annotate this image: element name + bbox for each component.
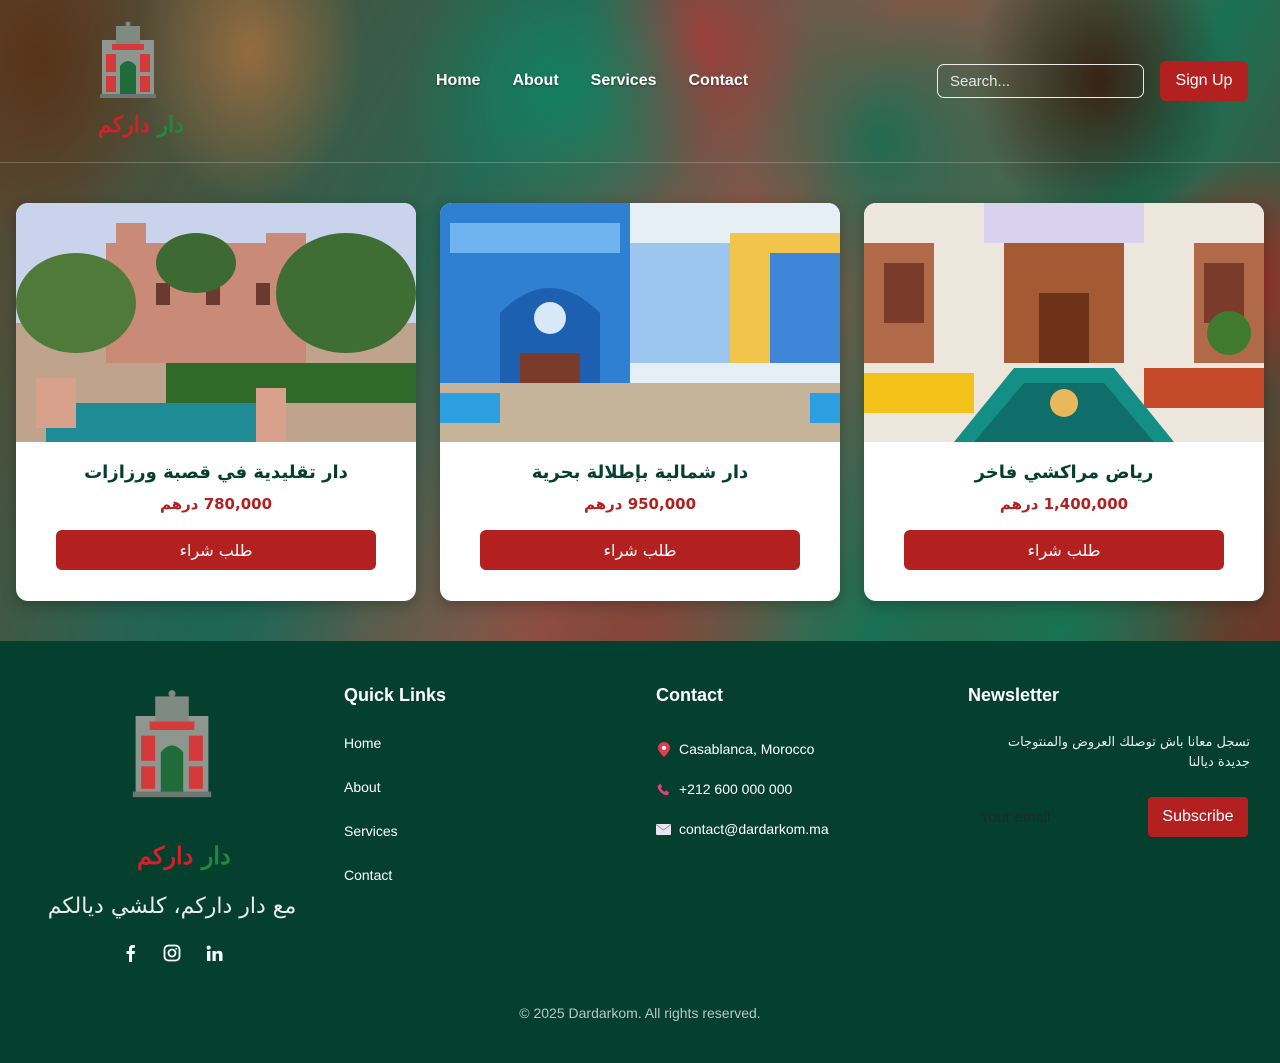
footer-brand-part2: داركم <box>137 841 194 870</box>
footer-link-home[interactable]: Home <box>344 735 398 779</box>
riad-logo-icon <box>132 690 212 798</box>
buy-request-button[interactable]: طلب شراء <box>56 530 376 570</box>
sign-up-button[interactable]: Sign Up <box>1160 61 1248 101</box>
brand-name: دار داركم <box>98 112 184 138</box>
contact-phone-text: +212 600 000 000 <box>679 781 793 797</box>
contact-phone: +212 600 000 000 <box>656 781 829 821</box>
newsletter-email-input[interactable] <box>968 797 1148 837</box>
footer-link-about[interactable]: About <box>344 779 398 823</box>
riad-logo-icon <box>100 21 156 98</box>
contact-address: Casablanca, Morocco <box>656 741 829 781</box>
quick-links-list: Home About Services Contact <box>344 735 398 911</box>
contact-email-text[interactable]: contact@dardarkom.ma <box>679 821 829 837</box>
footer-brand-part1: دار <box>201 841 231 870</box>
hero-section: دار داركم Home About Services Contact Si… <box>0 0 1280 641</box>
search-input[interactable] <box>937 64 1144 98</box>
nav-about[interactable]: About <box>512 72 558 90</box>
location-pin-icon <box>656 742 671 757</box>
email-icon <box>656 822 671 837</box>
buy-request-button[interactable]: طلب شراء <box>904 530 1224 570</box>
property-price: 1,400,000 درهم <box>999 495 1129 513</box>
property-image-riad <box>864 203 1264 442</box>
footer-logo <box>130 688 214 804</box>
card-body: دار تقليدية في قصبة ورزازات 780,000 درهم… <box>16 462 416 570</box>
property-image-chefchaouen <box>440 203 840 442</box>
social-links <box>120 943 224 963</box>
property-price: 950,000 درهم <box>583 495 697 513</box>
footer: دار داركم مع دار داركم، كلشي ديالكم Quic… <box>0 641 1280 1063</box>
property-card: دار شمالية بإطلالة بحرية 950,000 درهم طل… <box>440 203 840 601</box>
nav-services[interactable]: Services <box>591 72 657 90</box>
footer-tagline: مع دار داركم، كلشي ديالكم <box>47 894 297 919</box>
main-nav: Home About Services Contact <box>436 72 748 90</box>
brand-name-part2: داركم <box>98 112 150 138</box>
newsletter-text-line2: جديدة ديالنا <box>1188 755 1250 770</box>
property-card: دار تقليدية في قصبة ورزازات 780,000 درهم… <box>16 203 416 601</box>
footer-link-contact[interactable]: Contact <box>344 867 398 911</box>
navbar: دار داركم Home About Services Contact Si… <box>0 0 1280 163</box>
newsletter-text-line1: تسجل معانا باش توصلك العروض والمنتوجات <box>1007 735 1250 750</box>
subscribe-button[interactable]: Subscribe <box>1148 797 1248 837</box>
brand-name-part1: دار <box>157 112 184 138</box>
footer-brand-name: دار داركم <box>137 841 231 870</box>
property-cards: دار تقليدية في قصبة ورزازات 780,000 درهم… <box>16 203 1264 601</box>
newsletter-text: تسجل معانا باش توصلك العروض والمنتوجات ج… <box>968 733 1250 773</box>
contact-title: Contact <box>656 685 723 705</box>
linkedin-icon[interactable] <box>204 943 224 963</box>
property-image-kasbah <box>16 203 416 442</box>
phone-icon <box>656 782 671 797</box>
card-body: رياض مراكشي فاخر 1,400,000 درهم طلب شراء <box>864 462 1264 570</box>
card-body: دار شمالية بإطلالة بحرية 950,000 درهم طل… <box>440 462 840 570</box>
instagram-icon[interactable] <box>162 943 182 963</box>
footer-link-services[interactable]: Services <box>344 823 398 867</box>
copyright-text: © 2025 Dardarkom. All rights reserved. <box>519 1005 761 1021</box>
buy-request-button[interactable]: طلب شراء <box>480 530 800 570</box>
brand-logo[interactable]: دار داركم <box>98 20 184 138</box>
property-title: رياض مراكشي فاخر <box>974 462 1154 483</box>
contact-list: Casablanca, Morocco +212 600 000 000 con… <box>656 741 829 861</box>
quick-links-title: Quick Links <box>344 685 447 705</box>
nav-home[interactable]: Home <box>436 72 480 90</box>
property-card: رياض مراكشي فاخر 1,400,000 درهم طلب شراء <box>864 203 1264 601</box>
property-title: دار تقليدية في قصبة ورزازات <box>84 462 348 483</box>
newsletter-title: Newsletter <box>968 685 1060 705</box>
nav-contact[interactable]: Contact <box>689 72 749 90</box>
contact-email: contact@dardarkom.ma <box>656 821 829 861</box>
contact-address-text: Casablanca, Morocco <box>679 741 815 757</box>
property-price: 780,000 درهم <box>159 495 273 513</box>
property-title: دار شمالية بإطلالة بحرية <box>531 462 749 483</box>
facebook-icon[interactable] <box>120 943 140 963</box>
